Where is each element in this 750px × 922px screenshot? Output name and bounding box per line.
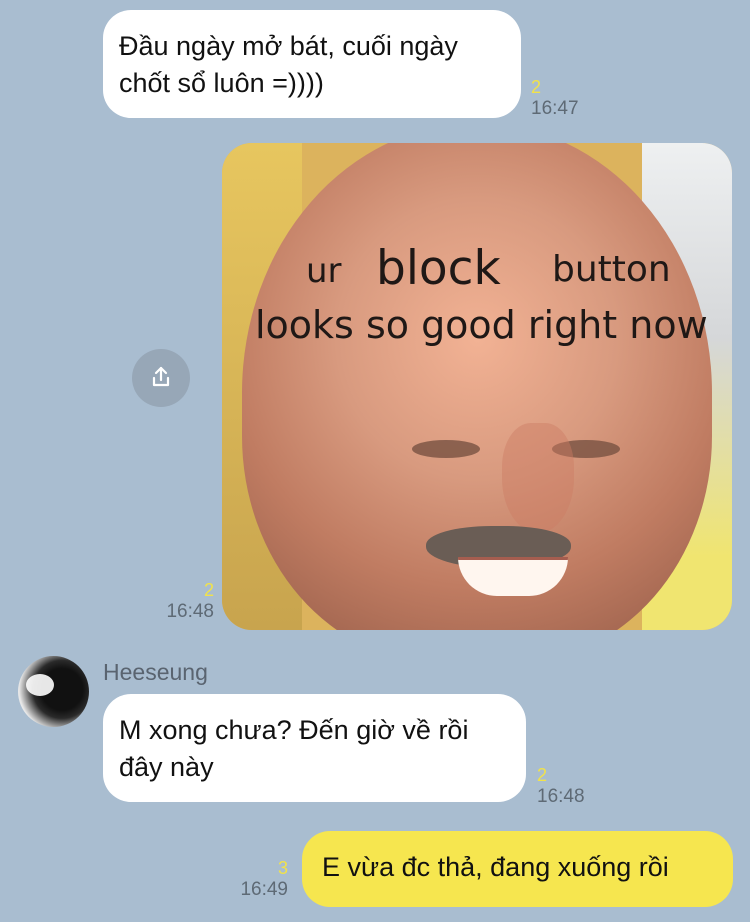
timestamp: 16:47: [531, 98, 579, 119]
read-count-badge: 3: [277, 858, 288, 878]
message-meta: 3 16:49: [230, 857, 288, 901]
message-text-line: chốt sổ luôn =)))): [119, 68, 324, 98]
meme-caption-line2: looks so good right now: [255, 303, 708, 347]
avatar-highlight: [26, 674, 54, 696]
message-bubble-outgoing[interactable]: E vừa đc thả, đang xuống rồi: [302, 831, 733, 907]
message-bubble-incoming[interactable]: Đầu ngày mở bát, cuối ngày chốt sổ luôn …: [103, 10, 521, 118]
message-text-line: Đầu ngày mở bát, cuối ngày: [119, 31, 458, 61]
meme-image[interactable]: ur block button looks so good right now: [222, 143, 732, 630]
meme-eye: [412, 440, 480, 458]
share-icon: [152, 366, 170, 387]
message-bubble-incoming[interactable]: M xong chưa? Đến giờ về rồi đây này: [103, 694, 526, 802]
message-text-line: M xong chưa? Đến giờ về rồi: [119, 715, 469, 745]
message-text: E vừa đc thả, đang xuống rồi: [322, 852, 669, 882]
read-count-badge: 2: [203, 580, 214, 600]
message-meta: 2 16:47: [531, 76, 591, 120]
meme-nose: [502, 423, 574, 533]
avatar[interactable]: [18, 656, 89, 727]
sender-name: Heeseung: [103, 659, 208, 685]
meme-caption-ur: ur: [306, 251, 342, 291]
message-meta: 2 16:48: [537, 764, 597, 808]
share-button[interactable]: [132, 349, 190, 407]
read-count-badge: 2: [531, 77, 542, 97]
meme-caption-button: button: [552, 249, 671, 290]
timestamp: 16:49: [240, 879, 288, 900]
message-meta: 2 16:48: [154, 579, 214, 623]
meme-caption-block: block: [376, 241, 501, 296]
timestamp: 16:48: [166, 601, 214, 622]
read-count-badge: 2: [537, 765, 548, 785]
message-text-line: đây này: [119, 752, 214, 782]
timestamp: 16:48: [537, 786, 585, 807]
